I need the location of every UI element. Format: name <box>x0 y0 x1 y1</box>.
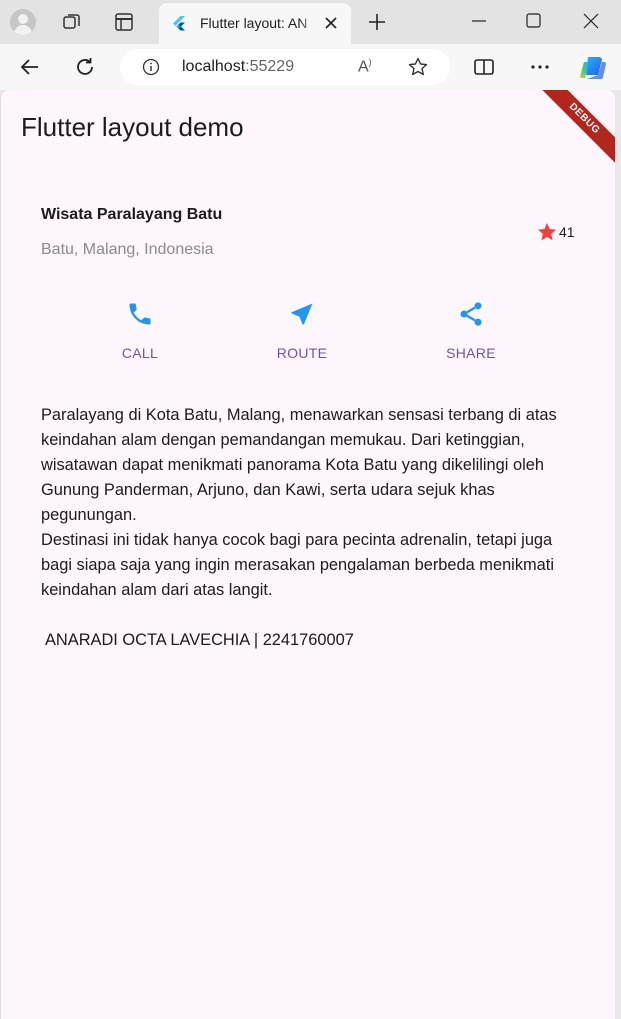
share-icon <box>460 302 482 326</box>
close-icon[interactable] <box>580 10 602 32</box>
plus-icon[interactable] <box>366 11 388 33</box>
star-outline-icon[interactable] <box>407 56 429 78</box>
info-icon[interactable] <box>142 58 160 76</box>
profile-avatar-icon[interactable] <box>9 8 37 36</box>
phone-icon <box>129 303 151 325</box>
tab-actions-icon[interactable] <box>110 8 138 36</box>
place-title: Wisata Paralayang Batu <box>41 206 223 223</box>
share-label: SHARE <box>446 345 496 361</box>
star-icon <box>538 223 556 241</box>
browser-toolbar: localhost:55229 A) <box>0 44 621 90</box>
more-icon[interactable] <box>528 55 552 79</box>
read-aloud-icon[interactable]: A) <box>358 57 380 77</box>
place-description: Paralayang di Kota Batu, Malang, menawar… <box>41 403 581 603</box>
share-button[interactable]: SHARE <box>426 300 516 361</box>
copilot-icon[interactable] <box>579 54 607 82</box>
app-bar-title: Flutter layout demo <box>21 112 244 142</box>
rating-count: 41 <box>559 224 575 240</box>
minimize-icon[interactable] <box>468 10 490 32</box>
tab-close-icon[interactable] <box>323 15 339 31</box>
flutter-app-page: Flutter layout demo DEBUG Wisata Paralay… <box>0 90 615 1019</box>
address-bar[interactable]: localhost:55229 A) <box>120 49 450 85</box>
call-button[interactable]: CALL <box>95 300 185 361</box>
navigation-icon <box>291 303 313 325</box>
call-label: CALL <box>121 345 159 361</box>
split-screen-icon[interactable] <box>472 55 496 79</box>
flutter-logo-icon <box>173 16 185 31</box>
address-url: localhost:55229 <box>182 58 295 75</box>
description-paragraph: Destinasi ini tidak hanya cocok bagi par… <box>41 531 554 599</box>
debug-banner: DEBUG <box>531 90 615 172</box>
description-paragraph: Paralayang di Kota Batu, Malang, menawar… <box>41 406 557 524</box>
title-bar: Flutter layout: AN <box>0 0 621 44</box>
route-label: ROUTE <box>276 345 328 361</box>
browser-tab[interactable]: Flutter layout: AN <box>159 3 351 44</box>
route-button[interactable]: ROUTE <box>257 300 347 361</box>
author-credit: ANARADI OCTA LAVECHIA | 2241760007 <box>45 631 354 649</box>
reload-icon[interactable] <box>73 55 97 79</box>
workspaces-icon[interactable] <box>58 8 86 36</box>
arrow-left-icon[interactable] <box>18 55 42 79</box>
place-location: Batu, Malang, Indonesia <box>41 241 214 258</box>
maximize-icon[interactable] <box>523 10 545 32</box>
